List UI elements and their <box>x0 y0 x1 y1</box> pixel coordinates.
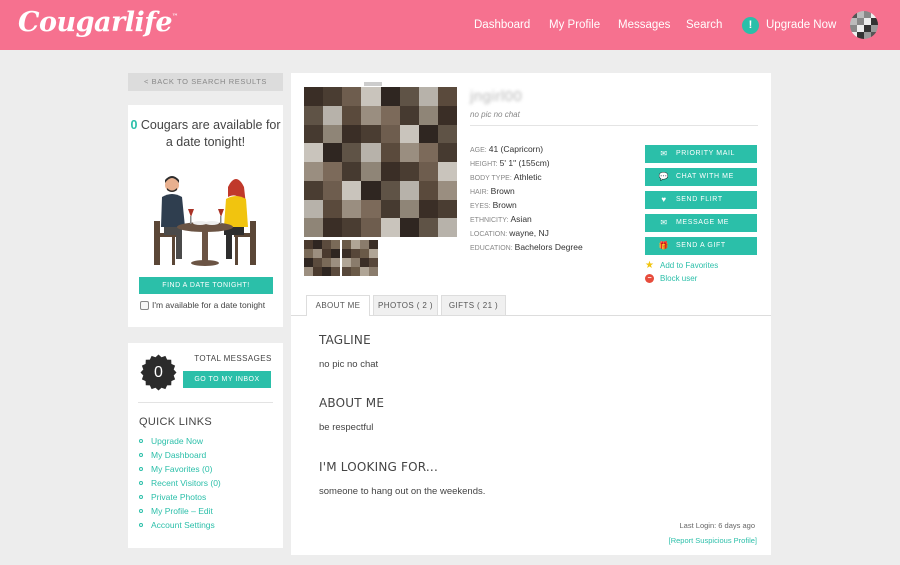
bullet-icon <box>139 439 143 443</box>
find-a-date-tonight-button[interactable]: FIND A DATE TONIGHT! <box>139 277 273 294</box>
bullet-icon <box>139 495 143 499</box>
message-me-button[interactable]: ✉ MESSAGE ME <box>645 214 757 232</box>
nav-my-profile[interactable]: My Profile <box>549 0 600 50</box>
gift-icon: 🎁 <box>658 241 670 250</box>
about-me-heading: ABOUT ME <box>319 396 385 410</box>
profile-username: jngirl00 <box>470 88 523 105</box>
detail-hair: HAIR: Brown <box>470 186 515 196</box>
looking-for-heading: I'M LOOKING FOR... <box>319 460 438 474</box>
quick-link-account-settings[interactable]: Account Settings <box>139 518 221 532</box>
last-login-text: Last Login: 6 days ago <box>679 521 755 530</box>
bullet-icon <box>139 467 143 471</box>
tagline-text: no pic no chat <box>319 359 379 370</box>
chat-icon: 💬 <box>658 172 670 181</box>
detail-location: LOCATION: wayne, NJ <box>470 228 549 238</box>
quick-link-upgrade-now[interactable]: Upgrade Now <box>139 434 221 448</box>
nav-upgrade-now[interactable]: Upgrade Now <box>766 0 836 50</box>
tab-about-me[interactable]: ABOUT ME <box>306 295 370 316</box>
total-messages-label: TOTAL MESSAGES <box>194 354 272 363</box>
quick-link-private-photos[interactable]: Private Photos <box>139 490 221 504</box>
top-navigation-bar: Cougarlife™ Dashboard My Profile Message… <box>0 0 900 50</box>
back-to-search-results-button[interactable]: < BACK TO SEARCH RESULTS <box>128 73 283 91</box>
date-tonight-card: 0 Cougars are available for a date tonig… <box>128 105 283 327</box>
tagline-heading: TAGLINE <box>319 333 371 347</box>
available-tonight-label: I'm available for a date tonight <box>152 300 266 310</box>
bullet-icon <box>139 509 143 513</box>
photo-thumbnail[interactable] <box>304 240 340 276</box>
send-flirt-button[interactable]: ♥ SEND FLIRT <box>645 191 757 209</box>
heart-icon: ♥ <box>661 195 667 204</box>
quick-links-title: QUICK LINKS <box>139 416 212 428</box>
divider <box>470 125 758 126</box>
tab-photos[interactable]: PHOTOS ( 2 ) <box>373 295 438 315</box>
profile-details: AGE: 41 (Capricorn) HEIGHT: 5' 1" (155cm) … <box>470 143 583 255</box>
bullet-icon <box>139 481 143 485</box>
chat-with-me-button[interactable]: 💬 CHAT WITH ME <box>645 168 757 186</box>
profile-subtitle: no pic no chat <box>470 110 520 119</box>
available-tonight-option[interactable]: I'm available for a date tonight <box>140 300 265 310</box>
profile-photo[interactable] <box>304 87 457 237</box>
exclamation-icon[interactable]: ! <box>742 17 759 34</box>
detail-height: HEIGHT: 5' 1" (155cm) <box>470 158 550 168</box>
nav-search[interactable]: Search <box>686 0 722 50</box>
priority-mail-button[interactable]: ✉+PRIORITY MAIL <box>645 145 757 176</box>
user-avatar[interactable] <box>850 11 878 39</box>
block-user-link[interactable]: − Block user <box>645 274 697 283</box>
quick-link-my-dashboard[interactable]: My Dashboard <box>139 448 221 462</box>
nav-messages[interactable]: Messages <box>618 0 670 50</box>
looking-for-text: someone to hang out on the weekends. <box>319 486 486 497</box>
block-icon: − <box>645 274 654 283</box>
profile-tabs: ABOUT ME PHOTOS ( 2 ) GIFTS ( 21 ) <box>306 295 509 316</box>
date-availability-text: 0 Cougars are available for a date tonig… <box>130 118 281 149</box>
photo-handle <box>364 82 382 86</box>
report-suspicious-profile-link[interactable]: [Report Suspicious Profile] <box>600 536 757 545</box>
couple-dinner-illustration <box>154 176 256 266</box>
available-tonight-checkbox[interactable] <box>140 300 149 310</box>
about-me-text: be respectful <box>319 422 374 433</box>
detail-ethnicity: ETHNICITY: Asian <box>470 214 532 224</box>
quick-link-edit-profile[interactable]: My Profile – Edit <box>139 504 221 518</box>
profile-actions: ✉+PRIORITY MAIL 💬CHAT WITH ME ♥SEND FLIR… <box>645 145 757 260</box>
nav-dashboard[interactable]: Dashboard <box>474 0 530 50</box>
quick-links-list: Upgrade Now My Dashboard My Favorites (0… <box>139 434 221 532</box>
detail-eyes: EYES: Brown <box>470 200 517 210</box>
messages-quicklinks-card: 0 TOTAL MESSAGES GO TO MY INBOX QUICK LI… <box>128 343 283 548</box>
tab-gifts[interactable]: GIFTS ( 21 ) <box>441 295 506 315</box>
detail-body-type: BODY TYPE: Athletic <box>470 172 542 182</box>
photo-thumbnails <box>304 240 378 276</box>
add-to-favorites-link[interactable]: ★ Add to Favorites <box>645 260 718 271</box>
star-icon: ★ <box>645 260 654 271</box>
photo-thumbnail[interactable] <box>342 240 378 276</box>
divider <box>138 402 273 403</box>
bullet-icon <box>139 523 143 527</box>
detail-education: EDUCATION: Bachelors Degree <box>470 242 583 252</box>
envelope-icon: ✉ <box>660 218 668 227</box>
quick-link-recent-visitors[interactable]: Recent Visitors (0) <box>139 476 221 490</box>
send-a-gift-button[interactable]: 🎁 SEND A GIFT <box>645 237 757 255</box>
cougarlife-logo[interactable]: Cougarlife™ <box>18 7 178 38</box>
quick-link-my-favorites[interactable]: My Favorites (0) <box>139 462 221 476</box>
detail-age: AGE: 41 (Capricorn) <box>470 144 544 154</box>
go-to-inbox-button[interactable]: GO TO MY INBOX <box>183 371 271 388</box>
bullet-icon <box>139 453 143 457</box>
total-messages-badge: 0 <box>140 354 177 391</box>
